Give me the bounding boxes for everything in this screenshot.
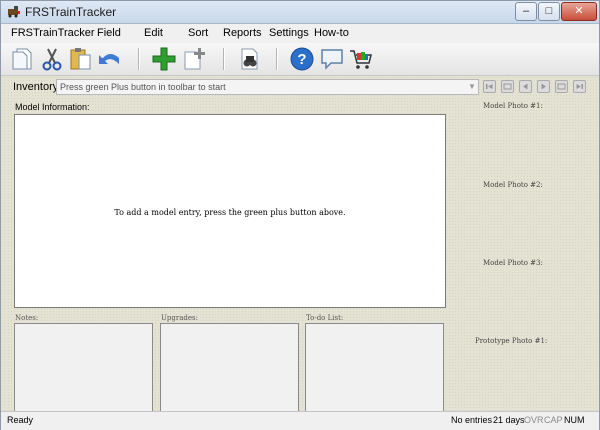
inventory-label: Inventory:: [13, 81, 62, 93]
status-ready: Ready: [7, 415, 34, 425]
notes-box[interactable]: [14, 323, 153, 412]
toolbar-separator: [276, 48, 278, 70]
menu-how-to[interactable]: How-to: [314, 27, 349, 39]
menu-frstraintracker[interactable]: FRSTrainTracker: [11, 27, 95, 39]
undo-icon[interactable]: [97, 46, 123, 72]
model-photo-3-label: Model Photo #3:: [483, 259, 543, 267]
toolbar: ?: [1, 43, 599, 76]
comment-icon[interactable]: [319, 46, 345, 72]
prototype-photo-1-label: Prototype Photo #1:: [475, 337, 548, 345]
minimize-button[interactable]: –: [515, 2, 537, 21]
todo-list-label: To-do List:: [306, 314, 344, 322]
status-ovr: OVR: [524, 415, 544, 425]
window-title: FRSTrainTracker: [25, 5, 117, 19]
last-record-icon[interactable]: [573, 80, 586, 93]
first-record-icon[interactable]: [483, 80, 496, 93]
maximize-button[interactable]: □: [538, 2, 560, 21]
duplicate-entry-icon[interactable]: [181, 46, 207, 72]
inventory-select-text: Press green Plus button in toolbar to st…: [60, 82, 226, 92]
notes-label: Notes:: [15, 314, 39, 322]
add-entry-icon[interactable]: [151, 46, 177, 72]
app-window: FRSTrainTracker – □ ✕ FRSTrainTracker Fi…: [0, 0, 600, 430]
model-entry-hint: To add a model entry, press the green pl…: [114, 208, 346, 217]
train-app-icon: [7, 5, 21, 18]
inventory-select[interactable]: Press green Plus button in toolbar to st…: [56, 79, 479, 95]
model-photo-1-label: Model Photo #1:: [483, 102, 543, 110]
upgrades-box[interactable]: [160, 323, 299, 412]
toolbar-separator: [223, 48, 225, 70]
menu-settings[interactable]: Settings: [269, 27, 309, 39]
new-document-icon[interactable]: [9, 46, 35, 72]
previous-record-icon[interactable]: [519, 80, 532, 93]
svg-text:?: ?: [297, 51, 306, 68]
model-information-label: Model Information:: [15, 102, 90, 112]
model-information-panel[interactable]: To add a model entry, press the green pl…: [14, 114, 446, 308]
status-entries: No entries: [451, 415, 493, 425]
paste-icon[interactable]: [68, 46, 94, 72]
chevron-down-icon: ▼: [468, 82, 476, 91]
model-photo-2-label: Model Photo #2:: [483, 181, 543, 189]
menu-edit[interactable]: Edit: [144, 27, 163, 39]
status-num: NUM: [564, 415, 585, 425]
next-page-icon[interactable]: [555, 80, 568, 93]
menu-field[interactable]: Field: [97, 27, 121, 39]
shopping-cart-icon[interactable]: [348, 46, 374, 72]
close-button[interactable]: ✕: [561, 2, 597, 21]
status-days: 21 days: [493, 415, 525, 425]
status-cap: CAP: [544, 415, 563, 425]
toolbar-separator: [138, 48, 140, 70]
next-record-icon[interactable]: [537, 80, 550, 93]
status-bar: Ready No entries 21 days OVR CAP NUM: [1, 411, 599, 430]
upgrades-label: Upgrades:: [161, 314, 198, 322]
search-binoculars-icon[interactable]: [237, 46, 263, 72]
menu-bar: FRSTrainTracker Field Edit Sort Reports …: [1, 24, 599, 43]
menu-sort[interactable]: Sort: [188, 27, 208, 39]
menu-reports[interactable]: Reports: [223, 27, 262, 39]
help-icon[interactable]: ?: [289, 46, 315, 72]
title-bar[interactable]: FRSTrainTracker – □ ✕: [1, 1, 599, 24]
cut-icon[interactable]: [39, 46, 65, 72]
todo-list-box[interactable]: [305, 323, 444, 412]
main-content: Inventory: Press green Plus button in to…: [1, 76, 599, 412]
previous-page-icon[interactable]: [501, 80, 514, 93]
